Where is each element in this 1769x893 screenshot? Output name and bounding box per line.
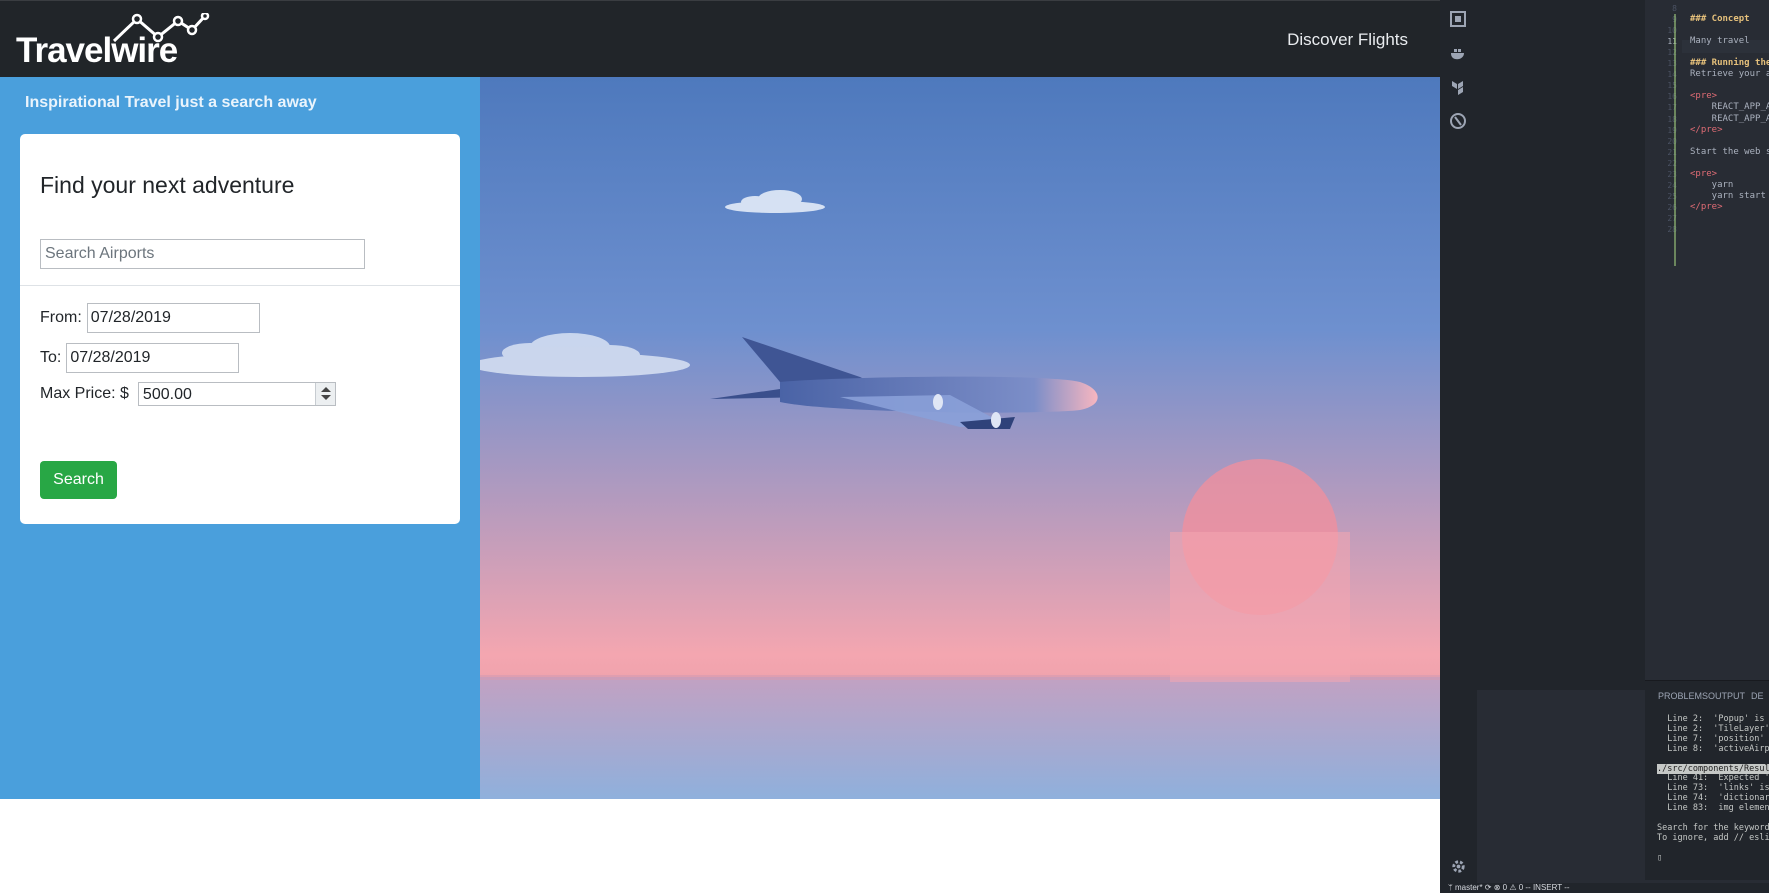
problem-line: Line 41: Expected ' (1657, 773, 1769, 784)
activity-bar (1440, 0, 1477, 893)
max-price-input[interactable]: 500.00 (137, 382, 336, 406)
tagline: Inspirational Travel just a search away (25, 94, 317, 111)
code-editor-window: 8 9 101112131415161718192021222324252627 28… (1440, 0, 1769, 893)
card-title: Find your next adventure (40, 172, 295, 198)
sidebar-panel (1477, 0, 1645, 690)
line-number: 25 (1667, 191, 1677, 201)
problem-line: ▯ (1657, 852, 1663, 863)
tab-output[interactable]: OUTPUT (1708, 691, 1745, 701)
line-number: 10 (1667, 26, 1677, 36)
problem-line: Line 8: 'activeAirp (1657, 743, 1769, 754)
search-card: Find your next adventure From: To: Max P… (20, 134, 460, 524)
line-number: 28 (1667, 225, 1677, 234)
max-price-label: Max Price: $ (40, 385, 129, 402)
problem-line: Line 74: 'dictionar (1657, 793, 1769, 804)
line-number: 26 (1667, 202, 1677, 212)
line-number: 15 (1667, 81, 1677, 91)
max-price-row: Max Price: $ 500.00 (40, 382, 336, 406)
line-number: 14 (1667, 70, 1677, 80)
nav-discover-flights[interactable]: Discover Flights (1287, 30, 1408, 50)
line-number: 22 (1667, 158, 1677, 168)
to-date-input[interactable] (66, 343, 240, 373)
line-number: 8 (1672, 4, 1677, 13)
code-line: </pre> (1690, 201, 1723, 212)
line-number: 23 (1667, 169, 1677, 179)
gitlens-icon[interactable] (1449, 112, 1467, 130)
git-change-indicator (1674, 14, 1676, 266)
code-line: REACT_APP_AM (1690, 113, 1769, 124)
code-line: Start the web se (1690, 146, 1769, 157)
problems-panel: PROBLEMS OUTPUT DE Line 2: 'Popup' is Li… (1645, 680, 1769, 880)
problem-line: To ignore, add // esli (1657, 832, 1769, 843)
line-number: 9 (1645, 15, 1677, 24)
from-label: From: (40, 309, 82, 326)
navbar: Travelwire Discover Flights (0, 0, 1440, 77)
search-sidebar: Inspirational Travel just a search away … (0, 77, 480, 799)
line-number: 27 (1667, 213, 1677, 223)
tab-problems[interactable]: PROBLEMS (1658, 691, 1708, 701)
line-number: 13 (1667, 59, 1677, 69)
search-airports-input[interactable] (40, 239, 365, 269)
brand-name: Travelwire (16, 31, 178, 70)
code-line: Many travel (1690, 36, 1750, 47)
code-line: <pre> (1690, 168, 1718, 179)
line-number: 11 (1667, 37, 1677, 47)
to-row: To: (40, 343, 240, 373)
hero-illustration (480, 77, 1440, 799)
gear-icon[interactable] (1450, 858, 1467, 875)
line-number: 12 (1667, 48, 1677, 58)
problem-line: Line 2: 'TileLayer' (1657, 723, 1769, 734)
problem-line: Line 7: 'position' (1657, 733, 1765, 744)
line-number: 21 (1667, 147, 1677, 157)
code-line: ### Running the (1690, 58, 1769, 69)
status-bar: ᛘ master* ⟳ ⊗ 0 ⚠ 0 -- INSERT -- (1440, 883, 1769, 893)
spinner-down-icon[interactable] (320, 395, 331, 400)
line-number: 24 (1667, 180, 1677, 190)
problem-line: Line 2: 'Popup' is (1657, 714, 1765, 724)
remote-explorer-icon[interactable] (1449, 10, 1467, 28)
airplane-sunset-illustration (480, 77, 1440, 799)
to-label: To: (40, 349, 62, 366)
divider (20, 285, 460, 286)
from-date-input[interactable] (86, 303, 260, 333)
max-price-value: 500.00 (142, 386, 192, 403)
code-line: <pre> (1690, 91, 1718, 102)
search-button[interactable]: Search (40, 461, 117, 499)
terraform-icon[interactable] (1449, 78, 1467, 96)
from-row: From: (40, 303, 260, 333)
problem-line: Line 73: 'links' is (1657, 783, 1769, 794)
problem-line: Line 83: img elemen (1657, 803, 1769, 814)
code-line: </pre> (1690, 124, 1723, 135)
number-spinner[interactable] (314, 383, 335, 405)
code-line: yarn start (1690, 190, 1766, 201)
line-number: 19 (1667, 125, 1677, 135)
code-line: yarn (1690, 179, 1734, 190)
line-number: 20 (1667, 136, 1677, 146)
docker-icon[interactable] (1449, 44, 1467, 62)
line-number: 18 (1667, 114, 1677, 124)
problem-line: ./src/components/Resul (1657, 763, 1769, 774)
browser-viewport: Travelwire Discover Flights Inspirationa… (0, 0, 1440, 800)
spinner-up-icon[interactable] (320, 387, 331, 392)
line-number: 16 (1667, 92, 1677, 102)
line-number: 17 (1667, 103, 1677, 113)
code-line: ### Concept (1690, 14, 1750, 25)
problem-line: Search for the keyword (1657, 822, 1769, 833)
tab-debug[interactable]: DE (1751, 691, 1764, 701)
code-line: Retrieve your am (1690, 69, 1769, 80)
code-line: REACT_APP_AM (1690, 102, 1769, 113)
